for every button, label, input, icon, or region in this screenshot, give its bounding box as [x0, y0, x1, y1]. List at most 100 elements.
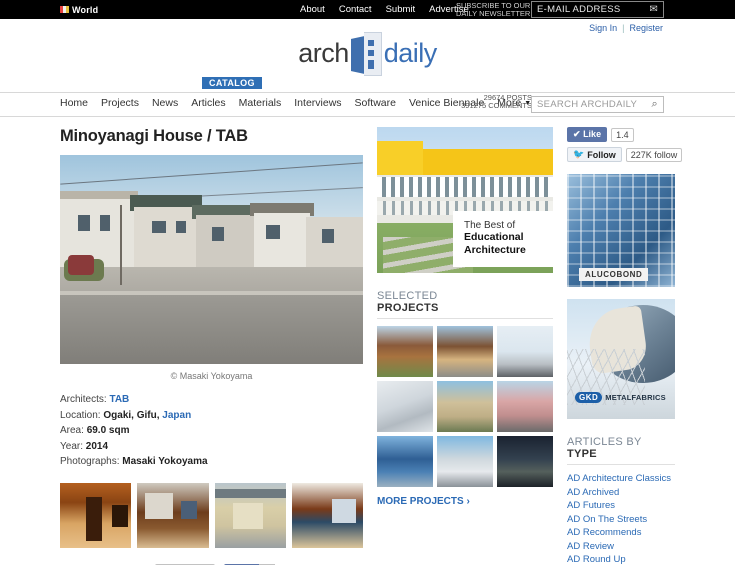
nav-item-articles[interactable]: Articles — [191, 97, 225, 109]
selected-projects-heading-top: SELECTED — [377, 290, 438, 302]
link-submit[interactable]: Submit — [386, 4, 416, 15]
meta-row-area: Area: 69.0 sqm — [60, 423, 363, 439]
meta-row-architects: Architects: TAB — [60, 392, 363, 408]
site-stats: 29674 POSTS 391275 COMMENTS — [452, 94, 532, 110]
meta-row-photographs: Photographs: Masaki Yokoyama — [60, 454, 363, 470]
nav-item-software[interactable]: Software — [355, 97, 396, 109]
promo-banner-educational-architecture[interactable]: The Best of Educational Architecture — [377, 127, 553, 273]
nav-item-materials[interactable]: Materials — [239, 97, 282, 109]
project-thumb-white-canopy-structure[interactable] — [437, 436, 493, 487]
project-thumb-gabled-house[interactable] — [437, 381, 493, 432]
article-column: Minoyanagi House / TAB © Masaki Yokoyama — [60, 127, 363, 565]
link-about[interactable]: About — [300, 4, 325, 15]
sidebar-twitter-follow-button[interactable]: 🐦 Follow — [567, 147, 622, 162]
thumbnail-interior-corridor[interactable] — [60, 482, 132, 548]
link-contact[interactable]: Contact — [339, 4, 372, 15]
meta-label-year: Year: — [60, 440, 83, 452]
selected-projects-heading: SELECTED PROJECTS — [377, 290, 553, 319]
ad-label-metalfabrics: METALFABRICS — [605, 393, 666, 402]
meta-label-area: Area: — [60, 425, 84, 436]
heading-divider — [567, 464, 675, 465]
gkd-logo-icon: GKD — [575, 392, 603, 403]
meta-value-year: 2014 — [85, 440, 109, 452]
page-body: Minoyanagi House / TAB © Masaki Yokoyama — [0, 117, 735, 565]
meta-value-photographs: Masaki Yokoyama — [122, 456, 208, 467]
article-type-ad-architecture-classics[interactable]: AD Architecture Classics — [567, 472, 675, 486]
search-input[interactable]: SEARCH ARCHDAILY ⌕ — [531, 96, 664, 113]
sidebar-facebook-like-count: 1.4 — [611, 127, 634, 142]
sidebar-twitter-follow-count: 227K follow — [625, 147, 683, 162]
thumbnail-interior-bedroom[interactable] — [137, 482, 209, 548]
article-type-ad-round-up[interactable]: AD Round Up — [567, 553, 675, 565]
project-metadata: Architects: TAB Location: Ogaki, Gifu, J… — [60, 392, 363, 470]
ad-label-gkd: GKD METALFABRICS — [575, 392, 666, 403]
meta-label-photographs: Photographs: — [60, 456, 120, 467]
catalog-badge[interactable]: CATALOG — [202, 77, 262, 89]
world-label: World — [72, 4, 99, 15]
photo-credit: © Masaki Yokoyama — [170, 371, 253, 381]
newsletter-email-placeholder: E-MAIL ADDRESS — [537, 4, 621, 15]
page-title: Minoyanagi House / TAB — [60, 127, 248, 145]
article-type-ad-on-the-streets[interactable]: AD On The Streets — [567, 513, 675, 527]
sidebar-twitter-follow-label: Follow — [587, 149, 616, 160]
selected-projects-heading-bottom: PROJECTS — [377, 302, 439, 314]
article-type-ad-archived[interactable]: AD Archived — [567, 486, 675, 500]
sidebar-facebook-like-row: ✔ Like 1.4 — [567, 127, 675, 142]
search-placeholder: SEARCH ARCHDAILY — [537, 99, 638, 110]
promo-line-1: The Best of — [464, 220, 516, 231]
article-type-ad-review[interactable]: AD Review — [567, 540, 675, 554]
articles-heading-top: ARTICLES BY — [567, 436, 642, 448]
more-projects-line-2[interactable]: PROJECTS › — [410, 496, 470, 507]
article-type-ad-futures[interactable]: AD Futures — [567, 499, 675, 513]
article-type-list: AD Architecture Classics AD Archived AD … — [567, 472, 675, 565]
project-thumb-house-cantilever[interactable] — [437, 326, 493, 377]
promo-line-3: Architecture — [464, 244, 526, 256]
nav-item-interviews[interactable]: Interviews — [294, 97, 341, 109]
meta-row-location: Location: Ogaki, Gifu, Japan — [60, 408, 363, 424]
sidebar-facebook-like-button[interactable]: ✔ Like — [567, 127, 608, 142]
newsletter-label: SUBSCRIBE TO OUR DAILY NEWSLETTER — [456, 2, 534, 17]
article-type-ad-recommends[interactable]: AD Recommends — [567, 526, 675, 540]
meta-value-architects[interactable]: TAB — [109, 394, 129, 405]
meta-label-architects: Architects: — [60, 394, 107, 405]
ad-banner-alucobond[interactable]: ALUCOBOND — [567, 174, 675, 287]
ad-banner-gkd-metalfabrics[interactable]: GKD METALFABRICS — [567, 299, 675, 419]
project-thumb-blue-glass-tower[interactable] — [377, 436, 433, 487]
more-projects-line-1[interactable]: MORE — [377, 496, 407, 507]
nav-item-projects[interactable]: Projects — [101, 97, 139, 109]
articles-heading-bottom: TYPE — [567, 448, 597, 460]
more-projects-link[interactable]: MORE PROJECTS › — [377, 496, 553, 508]
promo-line-2: Educational — [464, 231, 524, 243]
project-thumb-white-stair-atrium[interactable] — [377, 381, 433, 432]
meta-value-country[interactable]: Japan — [162, 410, 191, 421]
twitter-bird-icon: 🐦 — [573, 149, 585, 159]
site-logo[interactable]: arch daily — [0, 32, 735, 76]
sidebar-twitter-follow-row: 🐦 Follow 227K follow — [567, 147, 683, 162]
articles-by-type-heading: ARTICLES BY TYPE — [567, 436, 675, 465]
meta-row-year: Year: 2014 — [60, 439, 363, 455]
thumbnail-interior-blue-room[interactable] — [291, 482, 363, 548]
envelope-icon[interactable]: ✉ — [649, 4, 658, 15]
search-icon[interactable]: ⌕ — [652, 98, 658, 111]
article-thumbnail-strip — [60, 482, 363, 548]
project-thumb-house-timber-facade[interactable] — [377, 326, 433, 377]
project-thumb-pink-tower-street[interactable] — [497, 381, 553, 432]
logo-text-daily: daily — [383, 38, 438, 68]
sidebar-facebook-like-label: Like — [583, 129, 602, 139]
selected-projects-grid — [377, 326, 553, 487]
project-thumb-white-gallery-interior[interactable] — [497, 326, 553, 377]
sidebar-social-widgets: ✔ Like 1.4 🐦 Follow 227K follow — [567, 127, 683, 162]
world-selector[interactable]: World — [60, 5, 98, 15]
thumbnail-exterior-courtyard[interactable] — [214, 482, 286, 548]
newsletter-email-input[interactable]: E-MAIL ADDRESS ✉ — [531, 1, 664, 18]
logo-text-arch: arch — [298, 38, 349, 68]
top-utility-bar: World About Contact Submit Advertise SUB… — [0, 0, 735, 19]
hero-image[interactable] — [60, 155, 363, 364]
newsletter-line-2: DAILY NEWSLETTER — [456, 8, 531, 18]
check-icon: ✔ — [573, 129, 581, 139]
nav-item-news[interactable]: News — [152, 97, 178, 109]
comments-count: 391275 COMMENTS — [461, 101, 532, 110]
heading-divider — [377, 318, 553, 319]
nav-item-home[interactable]: Home — [60, 97, 88, 109]
project-thumb-dark-residential-tower[interactable] — [497, 436, 553, 487]
